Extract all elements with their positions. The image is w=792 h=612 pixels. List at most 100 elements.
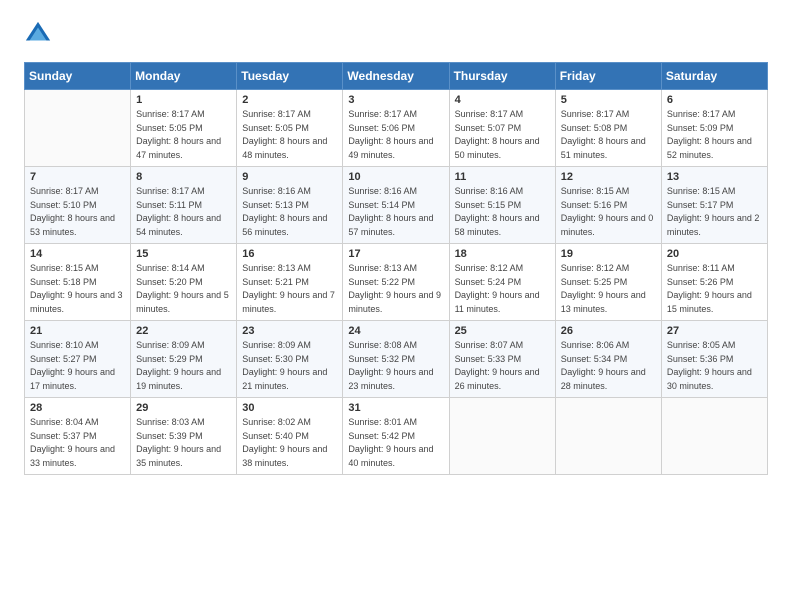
col-sunday: Sunday	[25, 63, 131, 90]
col-monday: Monday	[131, 63, 237, 90]
day-number: 17	[348, 248, 443, 260]
day-info: Sunrise: 8:02 AMSunset: 5:40 PMDaylight:…	[242, 416, 337, 470]
day-info: Sunrise: 8:16 AMSunset: 5:13 PMDaylight:…	[242, 185, 337, 239]
day-number: 1	[136, 94, 231, 106]
day-number: 27	[667, 325, 762, 337]
week-row-1: 1 Sunrise: 8:17 AMSunset: 5:05 PMDaylight…	[25, 90, 768, 167]
day-info: Sunrise: 8:14 AMSunset: 5:20 PMDaylight:…	[136, 262, 231, 316]
day-number: 4	[455, 94, 550, 106]
day-number: 5	[561, 94, 656, 106]
day-info: Sunrise: 8:09 AMSunset: 5:29 PMDaylight:…	[136, 339, 231, 393]
cell-w5d2: 29 Sunrise: 8:03 AMSunset: 5:39 PMDayligh…	[131, 398, 237, 475]
logo	[24, 20, 56, 48]
cell-w4d5: 25 Sunrise: 8:07 AMSunset: 5:33 PMDayligh…	[449, 321, 555, 398]
cell-w5d6	[555, 398, 661, 475]
day-number: 29	[136, 402, 231, 414]
cell-w2d4: 10 Sunrise: 8:16 AMSunset: 5:14 PMDayligh…	[343, 167, 449, 244]
cell-w4d6: 26 Sunrise: 8:06 AMSunset: 5:34 PMDayligh…	[555, 321, 661, 398]
cell-w5d3: 30 Sunrise: 8:02 AMSunset: 5:40 PMDayligh…	[237, 398, 343, 475]
col-friday: Friday	[555, 63, 661, 90]
cell-w5d5	[449, 398, 555, 475]
day-number: 8	[136, 171, 231, 183]
day-info: Sunrise: 8:17 AMSunset: 5:07 PMDaylight:…	[455, 108, 550, 162]
cell-w3d7: 20Sunrise: 8:11 AMSunset: 5:26 PMDayligh…	[661, 244, 767, 321]
day-number: 7	[30, 171, 125, 183]
day-info: Sunrise: 8:15 AMSunset: 5:17 PMDaylight:…	[667, 185, 762, 239]
day-info: Sunrise: 8:07 AMSunset: 5:33 PMDaylight:…	[455, 339, 550, 393]
day-info: Sunrise: 8:09 AMSunset: 5:30 PMDaylight:…	[242, 339, 337, 393]
day-number: 11	[455, 171, 550, 183]
cell-w4d3: 23 Sunrise: 8:09 AMSunset: 5:30 PMDayligh…	[237, 321, 343, 398]
col-saturday: Saturday	[661, 63, 767, 90]
cell-w4d7: 27 Sunrise: 8:05 AMSunset: 5:36 PMDayligh…	[661, 321, 767, 398]
cell-w2d2: 8 Sunrise: 8:17 AMSunset: 5:11 PMDaylight…	[131, 167, 237, 244]
day-info: Sunrise: 8:13 AMSunset: 5:22 PMDaylight:…	[348, 262, 443, 316]
logo-icon	[24, 20, 52, 48]
day-info: Sunrise: 8:17 AMSunset: 5:10 PMDaylight:…	[30, 185, 125, 239]
cell-w4d4: 24 Sunrise: 8:08 AMSunset: 5:32 PMDayligh…	[343, 321, 449, 398]
header-row: Sunday Monday Tuesday Wednesday Thursday…	[25, 63, 768, 90]
cell-w1d4: 3Sunrise: 8:17 AMSunset: 5:06 PMDaylight…	[343, 90, 449, 167]
cell-w3d2: 15Sunrise: 8:14 AMSunset: 5:20 PMDayligh…	[131, 244, 237, 321]
day-number: 6	[667, 94, 762, 106]
day-number: 26	[561, 325, 656, 337]
day-number: 3	[348, 94, 443, 106]
week-row-2: 7 Sunrise: 8:17 AMSunset: 5:10 PMDaylight…	[25, 167, 768, 244]
day-info: Sunrise: 8:16 AMSunset: 5:14 PMDaylight:…	[348, 185, 443, 239]
week-row-4: 21Sunrise: 8:10 AMSunset: 5:27 PMDayligh…	[25, 321, 768, 398]
day-number: 30	[242, 402, 337, 414]
day-number: 12	[561, 171, 656, 183]
day-info: Sunrise: 8:11 AMSunset: 5:26 PMDaylight:…	[667, 262, 762, 316]
day-info: Sunrise: 8:03 AMSunset: 5:39 PMDaylight:…	[136, 416, 231, 470]
cell-w4d2: 22 Sunrise: 8:09 AMSunset: 5:29 PMDayligh…	[131, 321, 237, 398]
col-thursday: Thursday	[449, 63, 555, 90]
day-info: Sunrise: 8:15 AMSunset: 5:18 PMDaylight:…	[30, 262, 125, 316]
cell-w1d3: 2 Sunrise: 8:17 AMSunset: 5:05 PMDaylight…	[237, 90, 343, 167]
week-row-5: 28 Sunrise: 8:04 AMSunset: 5:37 PMDayligh…	[25, 398, 768, 475]
day-number: 21	[30, 325, 125, 337]
day-info: Sunrise: 8:15 AMSunset: 5:16 PMDaylight:…	[561, 185, 656, 239]
col-wednesday: Wednesday	[343, 63, 449, 90]
day-number: 14	[30, 248, 125, 260]
day-number: 2	[242, 94, 337, 106]
day-info: Sunrise: 8:16 AMSunset: 5:15 PMDaylight:…	[455, 185, 550, 239]
day-number: 28	[30, 402, 125, 414]
cell-w5d7	[661, 398, 767, 475]
cell-w2d1: 7 Sunrise: 8:17 AMSunset: 5:10 PMDaylight…	[25, 167, 131, 244]
day-info: Sunrise: 8:01 AMSunset: 5:42 PMDaylight:…	[348, 416, 443, 470]
cell-w1d7: 6 Sunrise: 8:17 AMSunset: 5:09 PMDaylight…	[661, 90, 767, 167]
day-info: Sunrise: 8:05 AMSunset: 5:36 PMDaylight:…	[667, 339, 762, 393]
week-row-3: 14 Sunrise: 8:15 AMSunset: 5:18 PMDayligh…	[25, 244, 768, 321]
day-info: Sunrise: 8:06 AMSunset: 5:34 PMDaylight:…	[561, 339, 656, 393]
day-info: Sunrise: 8:17 AMSunset: 5:05 PMDaylight:…	[242, 108, 337, 162]
day-info: Sunrise: 8:17 AMSunset: 5:08 PMDaylight:…	[561, 108, 656, 162]
day-number: 22	[136, 325, 231, 337]
day-info: Sunrise: 8:08 AMSunset: 5:32 PMDaylight:…	[348, 339, 443, 393]
cell-w5d1: 28 Sunrise: 8:04 AMSunset: 5:37 PMDayligh…	[25, 398, 131, 475]
page: Sunday Monday Tuesday Wednesday Thursday…	[0, 0, 792, 612]
cell-w1d1	[25, 90, 131, 167]
cell-w3d5: 18Sunrise: 8:12 AMSunset: 5:24 PMDayligh…	[449, 244, 555, 321]
day-number: 10	[348, 171, 443, 183]
day-info: Sunrise: 8:17 AMSunset: 5:09 PMDaylight:…	[667, 108, 762, 162]
cell-w3d3: 16Sunrise: 8:13 AMSunset: 5:21 PMDayligh…	[237, 244, 343, 321]
header	[24, 20, 768, 48]
cell-w3d6: 19Sunrise: 8:12 AMSunset: 5:25 PMDayligh…	[555, 244, 661, 321]
day-info: Sunrise: 8:12 AMSunset: 5:25 PMDaylight:…	[561, 262, 656, 316]
cell-w2d3: 9 Sunrise: 8:16 AMSunset: 5:13 PMDaylight…	[237, 167, 343, 244]
cell-w1d2: 1Sunrise: 8:17 AMSunset: 5:05 PMDaylight…	[131, 90, 237, 167]
day-number: 23	[242, 325, 337, 337]
day-number: 16	[242, 248, 337, 260]
calendar-table: Sunday Monday Tuesday Wednesday Thursday…	[24, 62, 768, 475]
day-info: Sunrise: 8:17 AMSunset: 5:11 PMDaylight:…	[136, 185, 231, 239]
cell-w1d5: 4 Sunrise: 8:17 AMSunset: 5:07 PMDaylight…	[449, 90, 555, 167]
day-info: Sunrise: 8:04 AMSunset: 5:37 PMDaylight:…	[30, 416, 125, 470]
day-number: 9	[242, 171, 337, 183]
day-number: 25	[455, 325, 550, 337]
day-number: 13	[667, 171, 762, 183]
day-number: 31	[348, 402, 443, 414]
cell-w4d1: 21Sunrise: 8:10 AMSunset: 5:27 PMDayligh…	[25, 321, 131, 398]
day-number: 24	[348, 325, 443, 337]
calendar-body: 1 Sunrise: 8:17 AMSunset: 5:05 PMDaylight…	[25, 90, 768, 475]
cell-w1d6: 5 Sunrise: 8:17 AMSunset: 5:08 PMDaylight…	[555, 90, 661, 167]
